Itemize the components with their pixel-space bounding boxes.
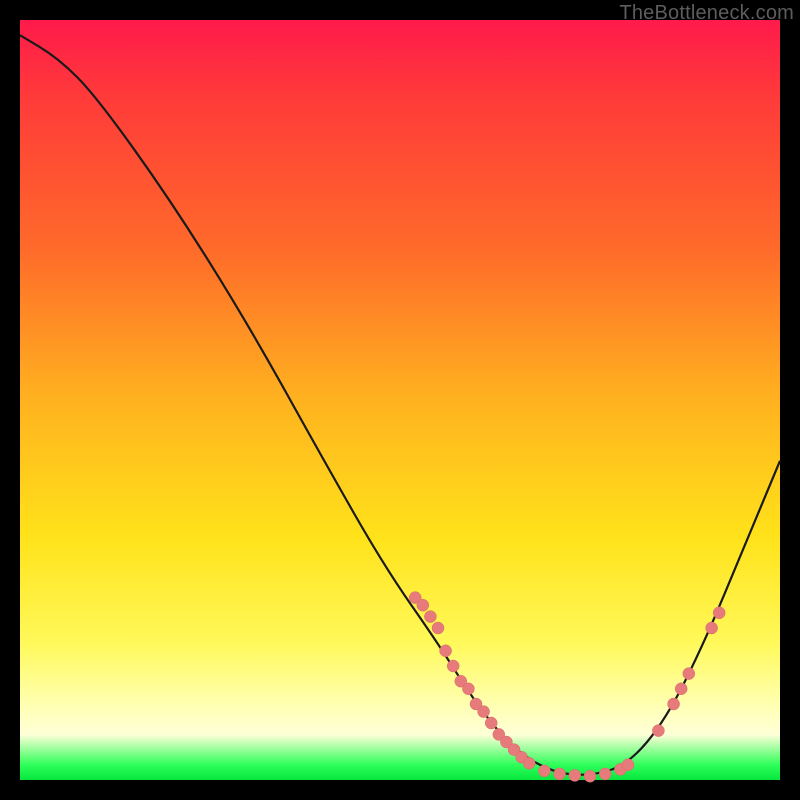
chart-frame: TheBottleneck.com bbox=[0, 0, 800, 800]
watermark-text: TheBottleneck.com bbox=[619, 2, 794, 25]
curve-markers bbox=[409, 592, 725, 783]
curve-marker bbox=[538, 765, 550, 777]
curve-marker bbox=[584, 770, 596, 782]
curve-marker bbox=[424, 611, 436, 623]
curve-marker bbox=[599, 768, 611, 780]
curve-marker bbox=[485, 717, 497, 729]
chart-plot-area bbox=[20, 20, 780, 780]
curve-marker bbox=[462, 683, 474, 695]
curve-marker bbox=[554, 768, 566, 780]
curve-marker bbox=[432, 622, 444, 634]
curve-marker bbox=[523, 757, 535, 769]
curve-marker bbox=[706, 622, 718, 634]
curve-marker bbox=[675, 683, 687, 695]
curve-marker bbox=[622, 759, 634, 771]
curve-marker bbox=[652, 725, 664, 737]
curve-marker bbox=[478, 706, 490, 718]
chart-svg bbox=[20, 20, 780, 780]
curve-marker bbox=[447, 660, 459, 672]
curve-marker bbox=[417, 599, 429, 611]
bottleneck-curve bbox=[20, 35, 780, 775]
curve-marker bbox=[668, 698, 680, 710]
curve-marker bbox=[440, 645, 452, 657]
curve-marker bbox=[569, 769, 581, 781]
curve-marker bbox=[683, 668, 695, 680]
curve-marker bbox=[713, 607, 725, 619]
